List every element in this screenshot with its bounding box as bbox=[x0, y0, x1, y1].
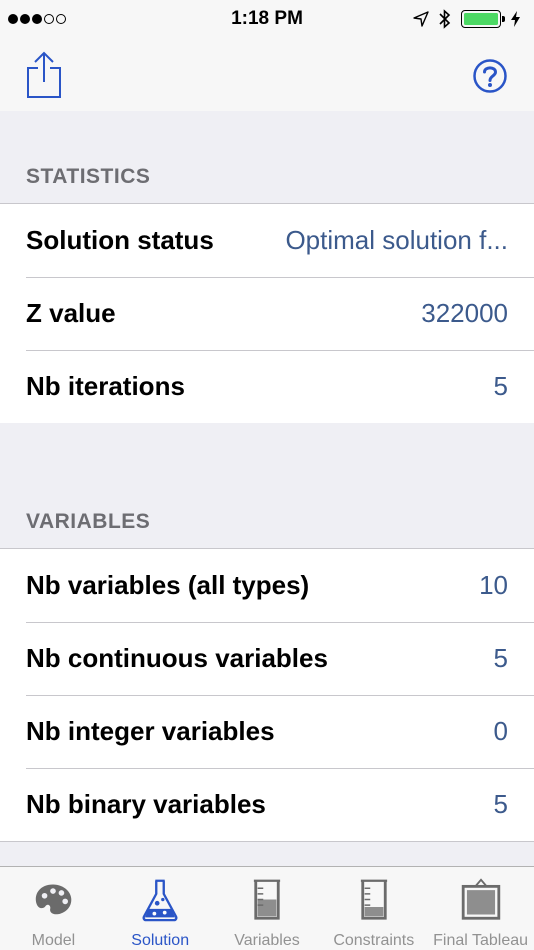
tab-model[interactable]: Model bbox=[0, 867, 107, 950]
row-label: Solution status bbox=[26, 225, 214, 255]
nb-integer-variables-row[interactable]: Nb integer variables 0 bbox=[0, 695, 534, 768]
tab-label: Model bbox=[31, 932, 76, 949]
variables-section-header: VARIABLES bbox=[0, 423, 534, 548]
statistics-group: Solution status Optimal solution f... Z … bbox=[0, 203, 534, 424]
section-title: STATISTICS bbox=[26, 165, 151, 188]
variables-group: Nb variables (all types) 10 Nb continuou… bbox=[0, 548, 534, 842]
help-icon[interactable] bbox=[472, 58, 508, 94]
row-label: Nb variables (all types) bbox=[26, 570, 310, 600]
row-value: 5 bbox=[493, 371, 508, 401]
row-label: Z value bbox=[26, 298, 116, 328]
beaker-icon bbox=[253, 879, 281, 920]
tab-label: Variables bbox=[234, 932, 300, 949]
row-label: Nb iterations bbox=[26, 371, 185, 401]
share-icon[interactable] bbox=[24, 50, 64, 100]
section-title: VARIABLES bbox=[26, 510, 151, 533]
tab-bar: Model Solution Variables Constraints Fin… bbox=[0, 866, 534, 950]
tab-label: Solution bbox=[131, 932, 190, 949]
row-value: 5 bbox=[493, 643, 508, 673]
easel-icon bbox=[461, 878, 500, 920]
row-value: Optimal solution f... bbox=[285, 225, 508, 255]
tab-variables[interactable]: Variables bbox=[214, 867, 321, 950]
statistics-section-header: STATISTICS bbox=[0, 111, 534, 203]
tab-final-tableau[interactable]: Final Tableau bbox=[427, 867, 534, 950]
row-label: Nb binary variables bbox=[26, 789, 266, 819]
nb-continuous-variables-row[interactable]: Nb continuous variables 5 bbox=[0, 622, 534, 695]
z-value-row[interactable]: Z value 322000 bbox=[0, 277, 534, 350]
nb-binary-variables-row[interactable]: Nb binary variables 5 bbox=[0, 768, 534, 841]
charging-icon bbox=[511, 11, 520, 27]
toolbar bbox=[0, 38, 534, 111]
bluetooth-icon bbox=[439, 9, 451, 29]
nb-variables-row[interactable]: Nb variables (all types) 10 bbox=[0, 549, 534, 622]
tab-solution[interactable]: Solution bbox=[107, 867, 214, 950]
row-value: 322000 bbox=[421, 298, 508, 328]
nb-iterations-row[interactable]: Nb iterations 5 bbox=[0, 350, 534, 423]
row-value: 0 bbox=[493, 716, 508, 746]
row-label: Nb integer variables bbox=[26, 716, 275, 746]
signal-strength-icon bbox=[8, 14, 66, 24]
row-value: 5 bbox=[493, 789, 508, 819]
tab-label: Final Tableau bbox=[433, 932, 529, 949]
solution-status-row[interactable]: Solution status Optimal solution f... bbox=[0, 204, 534, 277]
palette-icon bbox=[36, 884, 72, 915]
flask-icon bbox=[142, 879, 178, 922]
location-icon bbox=[413, 11, 429, 27]
battery-icon bbox=[461, 10, 505, 28]
beaker-icon bbox=[360, 879, 387, 920]
status-bar bbox=[0, 0, 534, 38]
row-value: 10 bbox=[479, 570, 508, 600]
row-label: Nb continuous variables bbox=[26, 643, 328, 673]
tab-constraints[interactable]: Constraints bbox=[320, 867, 427, 950]
tab-label: Constraints bbox=[333, 932, 415, 949]
